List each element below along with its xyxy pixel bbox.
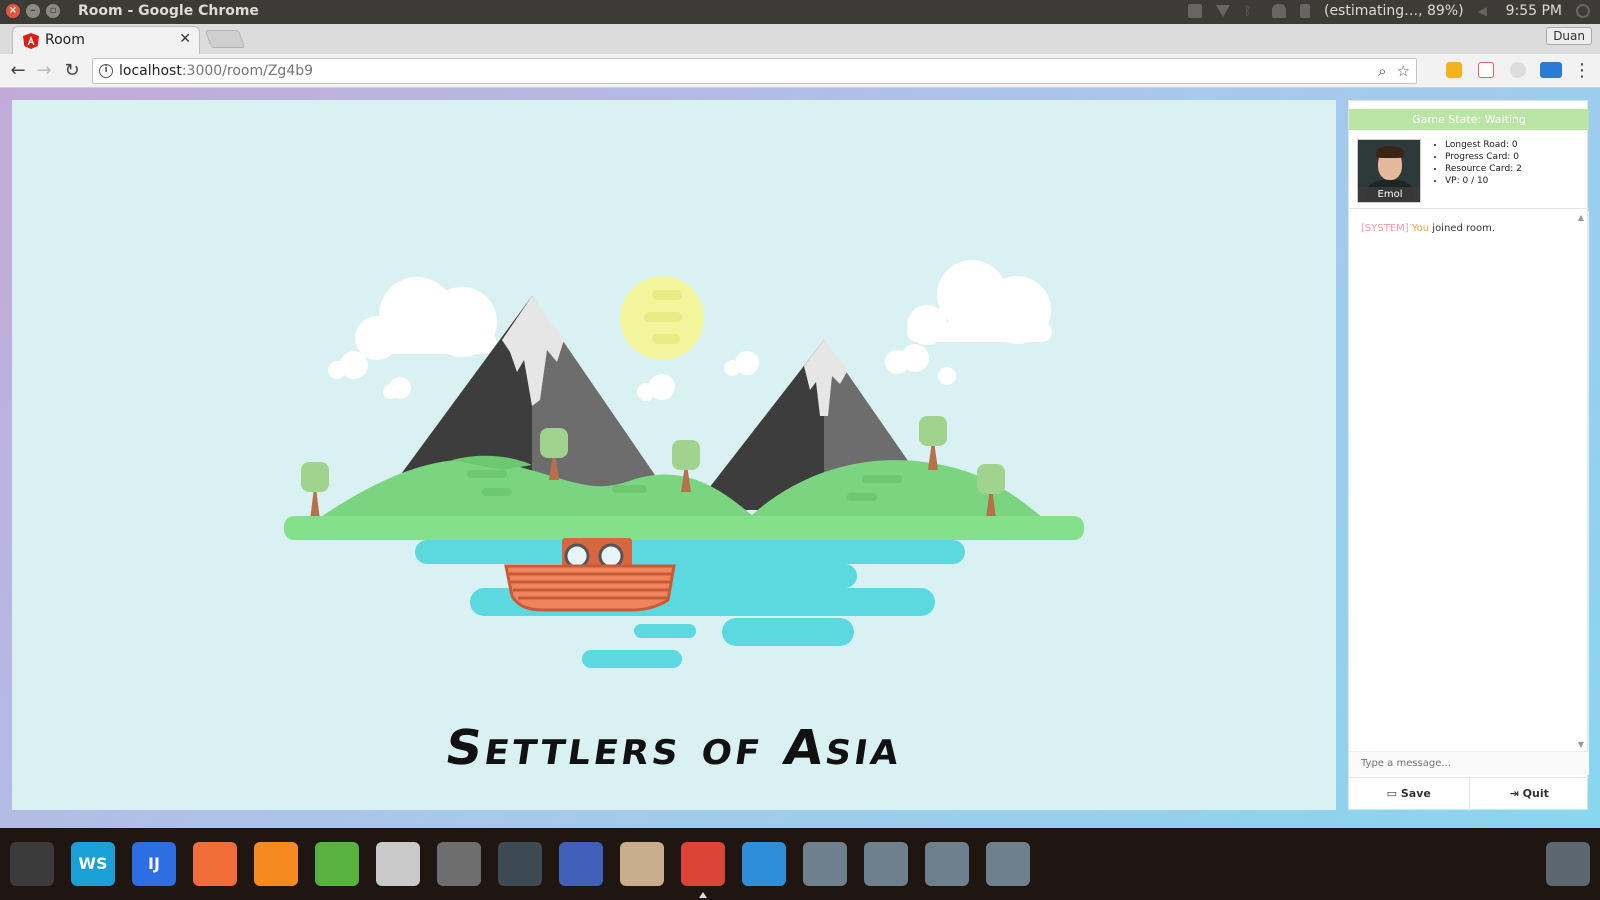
remmina-icon[interactable] <box>742 842 786 886</box>
chat-message: [SYSTEM] You joined room. <box>1361 223 1495 234</box>
side-panel: Game State: Waiting Emol Longest Road: 0… <box>1348 100 1589 811</box>
calc-icon[interactable] <box>315 842 359 886</box>
chat-message-input[interactable] <box>1349 751 1589 775</box>
stat-progress-card: Progress Card: 0 <box>1445 151 1522 163</box>
clock[interactable]: 9:55 PM <box>1506 3 1562 19</box>
drive-icon[interactable] <box>864 842 908 886</box>
tab-title: Room <box>45 32 85 48</box>
window-title: Room - Google Chrome <box>78 3 259 19</box>
page-viewport: Settlers of Asia Game State: Waiting Emo… <box>0 88 1600 828</box>
panel-buttons: ▭ Save ⇥ Quit <box>1349 777 1589 811</box>
address-bar[interactable]: i localhost:3000/room/Zg4b9 ⌕ ☆ <box>92 58 1417 84</box>
intellij-label: IJ <box>148 854 160 873</box>
message-actor: You <box>1411 223 1430 234</box>
message-text: joined room. <box>1429 223 1496 234</box>
angular-favicon-icon <box>23 33 39 49</box>
power-icon[interactable] <box>1576 4 1590 18</box>
webstorm-icon[interactable]: WS <box>71 842 115 886</box>
ubuntu-top-panel: × – ▫ Room - Google Chrome ᛒ (estimating… <box>0 0 1600 24</box>
site-info-icon[interactable]: i <box>99 64 113 78</box>
minimize-window-button[interactable]: – <box>26 4 40 18</box>
firefox-icon[interactable] <box>254 842 298 886</box>
active-app-indicator <box>699 892 707 898</box>
game-board[interactable]: Settlers of Asia <box>12 100 1336 810</box>
player-stats-list: Longest Road: 0 Progress Card: 0 Resourc… <box>1445 139 1522 187</box>
terminal-icon[interactable] <box>498 842 542 886</box>
extension-calendar-icon[interactable] <box>1478 62 1494 78</box>
game-logo-title: Settlers of Asia <box>441 720 907 776</box>
player-name: Emol <box>1358 187 1420 202</box>
trash-icon[interactable] <box>1546 842 1590 886</box>
wifi-icon[interactable] <box>1215 5 1230 17</box>
close-window-button[interactable]: × <box>6 4 20 18</box>
tree <box>301 462 329 520</box>
settings-icon[interactable] <box>437 842 481 886</box>
writer-icon[interactable] <box>559 842 603 886</box>
new-tab-button[interactable] <box>204 30 246 48</box>
intellij-icon[interactable]: IJ <box>132 842 176 886</box>
game-state-banner: Game State: Waiting <box>1349 109 1589 130</box>
impress-icon[interactable] <box>193 842 237 886</box>
volume-icon[interactable]: ◀ <box>1478 4 1492 18</box>
chat-log[interactable]: [SYSTEM] You joined room. ▲ ▼ <box>1349 211 1589 751</box>
save-button[interactable]: ▭ Save <box>1349 778 1469 811</box>
maximize-window-button[interactable]: ▫ <box>46 4 60 18</box>
url-text[interactable]: localhost:3000/room/Zg4b9 <box>119 63 313 79</box>
notification-bell-icon[interactable] <box>1271 4 1286 18</box>
back-arrow-icon[interactable]: ← <box>6 59 30 83</box>
cloud-right <box>885 260 1052 385</box>
bluetooth-icon[interactable]: ᛒ <box>1244 4 1258 18</box>
tab-close-icon[interactable]: ✕ <box>179 31 191 47</box>
save-icon: ▭ <box>1386 787 1398 800</box>
stat-victory-points: VP: 0 / 10 <box>1445 175 1522 187</box>
quit-icon: ⇥ <box>1509 787 1519 800</box>
browser-toolbar: ← → ↻ i localhost:3000/room/Zg4b9 ⌕ ☆ ⋮ <box>0 54 1600 88</box>
ubuntu-dash-icon[interactable] <box>10 842 54 886</box>
battery-status[interactable]: (estimating…, 89%) <box>1324 3 1464 19</box>
files-icon[interactable] <box>376 842 420 886</box>
extension-gear-icon[interactable] <box>1510 62 1526 78</box>
ubuntu-launcher: WS IJ <box>0 828 1600 900</box>
reload-icon[interactable]: ↻ <box>60 59 84 83</box>
forward-arrow-icon[interactable]: → <box>32 59 56 83</box>
drive-icon[interactable] <box>803 842 847 886</box>
stat-resource-card: Resource Card: 2 <box>1445 163 1522 175</box>
water-reflection <box>415 540 965 668</box>
archive-icon[interactable] <box>620 842 664 886</box>
lock-icon[interactable] <box>1299 4 1310 18</box>
browser-tab-strip: Room ✕ Duan <box>0 24 1600 54</box>
system-indicators: ᛒ (estimating…, 89%) ◀ 9:55 PM <box>1187 3 1590 19</box>
window-controls: × – ▫ <box>6 4 60 18</box>
stat-longest-road: Longest Road: 0 <box>1445 139 1522 151</box>
browser-tab[interactable]: Room ✕ <box>12 26 200 54</box>
printer-icon[interactable] <box>1187 4 1202 18</box>
extension-shield-icon[interactable] <box>1446 62 1462 78</box>
chrome-icon[interactable] <box>681 842 725 886</box>
cloud-left <box>355 277 497 360</box>
quit-button[interactable]: ⇥ Quit <box>1468 778 1590 811</box>
scroll-down-icon[interactable]: ▼ <box>1578 740 1584 749</box>
avatar[interactable]: Emol <box>1357 139 1421 203</box>
scroll-up-icon[interactable]: ▲ <box>1578 213 1584 222</box>
drive-icon[interactable] <box>986 842 1030 886</box>
player-card: Emol Longest Road: 0 Progress Card: 0 Re… <box>1349 131 1589 209</box>
profile-button[interactable]: Duan <box>1546 27 1592 45</box>
webstorm-label: WS <box>78 854 108 873</box>
island-illustration <box>284 260 1084 668</box>
drive-icon[interactable] <box>925 842 969 886</box>
system-tag: [SYSTEM] <box>1361 223 1409 234</box>
bookmark-star-icon[interactable]: ☆ <box>1397 62 1410 80</box>
extension-off-icon[interactable] <box>1540 62 1562 78</box>
island-ground <box>284 516 1084 540</box>
zoom-icon[interactable]: ⌕ <box>1378 62 1386 80</box>
chrome-menu-icon[interactable]: ⋮ <box>1570 59 1594 83</box>
